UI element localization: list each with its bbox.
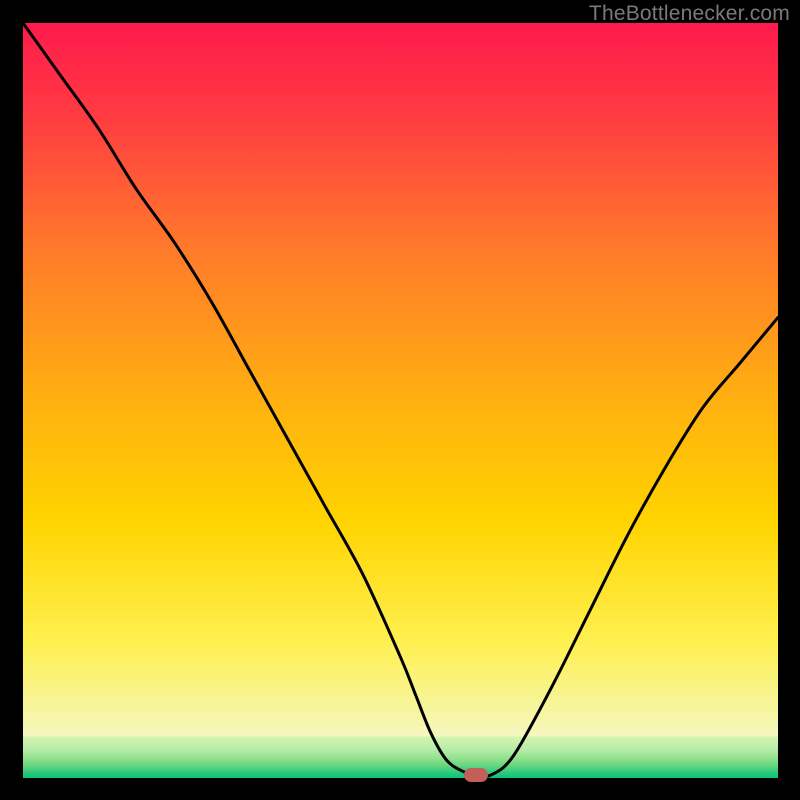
optimal-marker <box>464 768 488 782</box>
watermark-text: TheBottlenecker.com <box>589 2 790 26</box>
bottleneck-curve <box>23 23 778 778</box>
plot-area <box>23 23 778 778</box>
chart-frame: TheBottlenecker.com <box>0 0 800 800</box>
